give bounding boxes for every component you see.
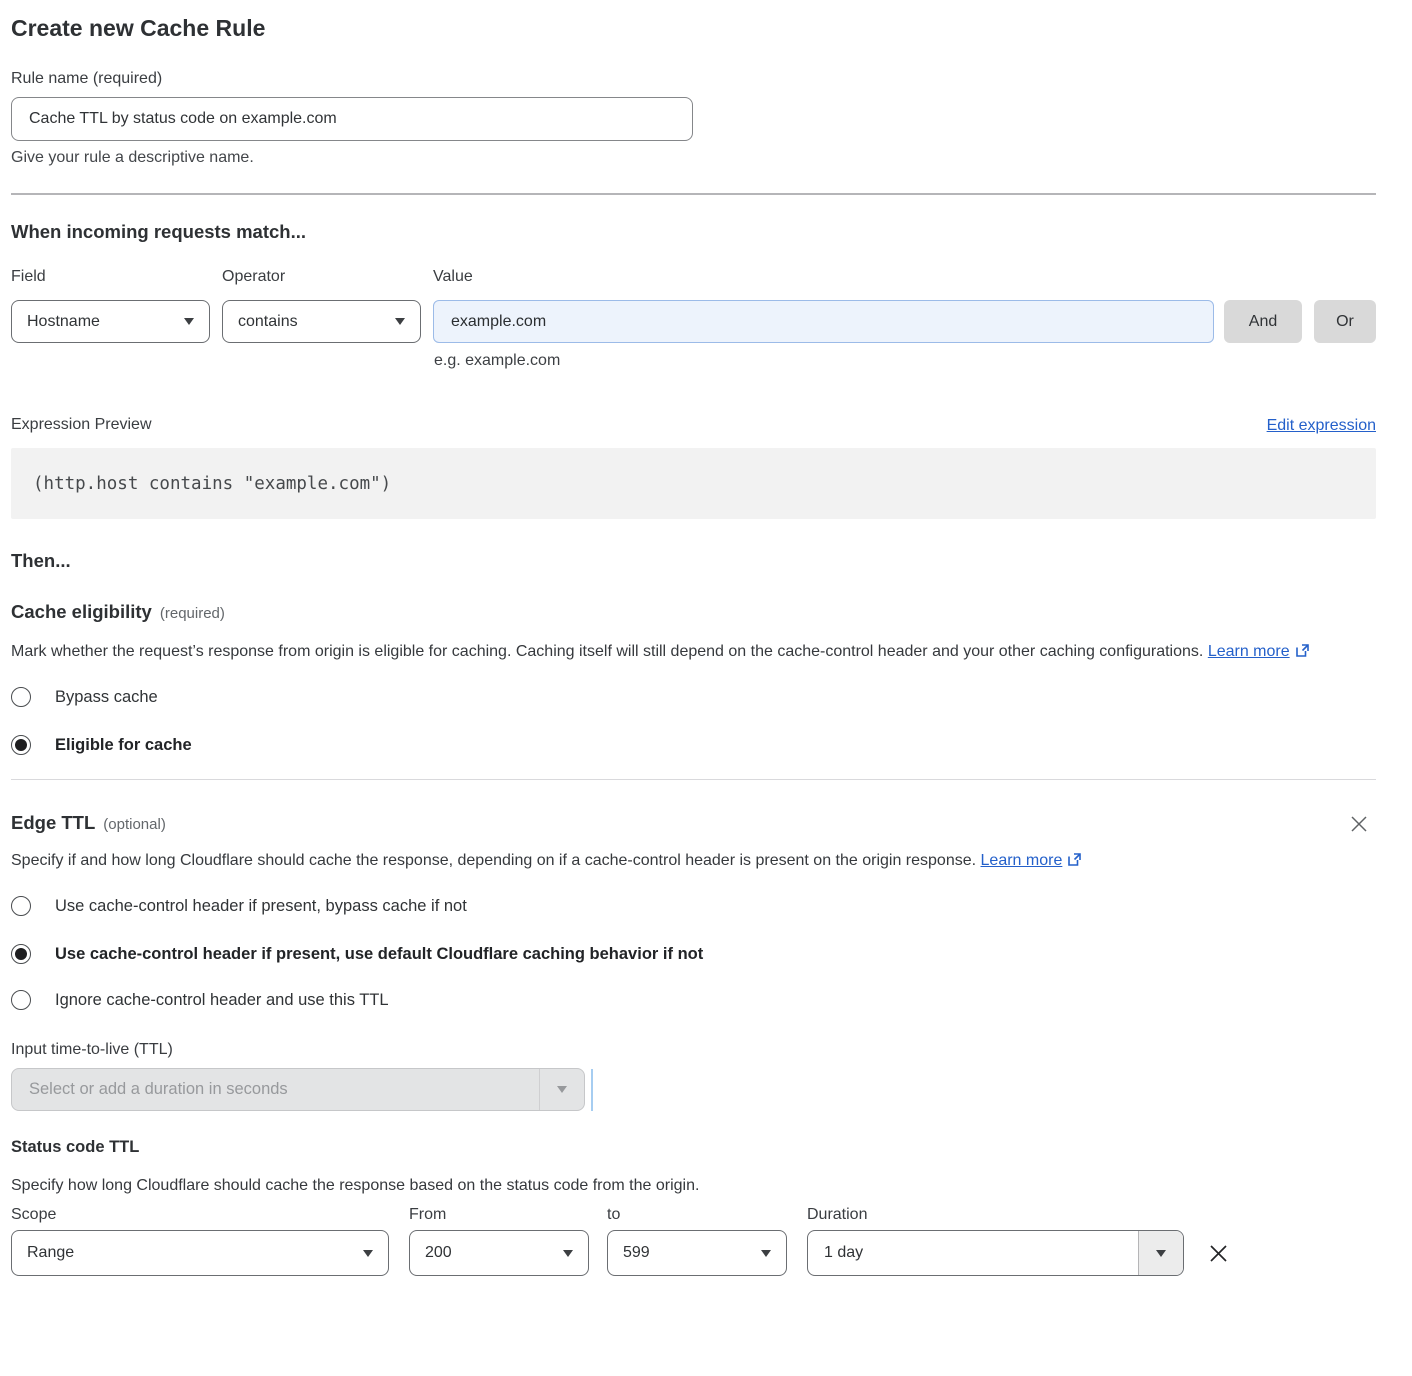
chevron-down-icon	[563, 1250, 573, 1257]
duration-combobox[interactable]: 1 day	[807, 1230, 1184, 1276]
operator-label: Operator	[222, 267, 421, 287]
value-label: Value	[433, 267, 1214, 287]
edit-expression-link[interactable]: Edit expression	[1267, 417, 1376, 435]
ttl-duration-placeholder: Select or add a duration in seconds	[29, 1080, 288, 1099]
eligible-for-cache-option[interactable]: Eligible for cache	[11, 735, 1376, 755]
cache-eligibility-description: Mark whether the request’s response from…	[11, 638, 1356, 666]
duration-value: 1 day	[824, 1244, 863, 1262]
and-button[interactable]: And	[1224, 300, 1302, 343]
cache-eligibility-qualifier: (required)	[160, 605, 225, 622]
cache-eligibility-heading: Cache eligibility(required)	[11, 601, 1376, 623]
operator-select[interactable]: contains	[222, 300, 421, 343]
page-title: Create new Cache Rule	[11, 15, 1376, 42]
rule-name-value: Cache TTL by status code on example.com	[29, 110, 337, 128]
to-select[interactable]: 599	[607, 1230, 787, 1276]
ttl-select-row: Select or add a duration in seconds	[11, 1068, 1376, 1111]
or-button[interactable]: Or	[1314, 300, 1376, 343]
edge-ttl-heading: Edge TTL(optional)	[11, 812, 166, 834]
edge-ttl-radio-default[interactable]	[11, 944, 31, 964]
edge-ttl-learn-more-link[interactable]: Learn more	[981, 852, 1083, 869]
close-icon	[1208, 1243, 1229, 1264]
chevron-down-icon	[184, 318, 194, 325]
bypass-cache-radio[interactable]	[11, 687, 31, 707]
status-labels-row: Scope From to Duration	[11, 1205, 1376, 1225]
field-label: Field	[11, 267, 210, 287]
value-input[interactable]: example.com	[433, 300, 1214, 343]
then-heading: Then...	[11, 550, 1376, 572]
rule-name-help: Give your rule a descriptive name.	[11, 149, 1376, 167]
edge-ttl-option-ignore[interactable]: Ignore cache-control header and use this…	[11, 990, 1376, 1010]
expression-code: (http.host contains "example.com")	[33, 474, 391, 494]
section-divider	[11, 193, 1376, 195]
from-label: From	[409, 1205, 607, 1225]
cache-eligibility-learn-more-link[interactable]: Learn more	[1208, 643, 1310, 660]
rule-name-input[interactable]: Cache TTL by status code on example.com	[11, 97, 693, 141]
field-select-value: Hostname	[27, 313, 100, 331]
duration-label: Duration	[807, 1205, 867, 1225]
rule-name-label: Rule name (required)	[11, 69, 1376, 89]
from-select-value: 200	[425, 1244, 452, 1262]
edge-ttl-option-default[interactable]: Use cache-control header if present, use…	[11, 944, 1376, 964]
external-link-icon	[1295, 643, 1310, 658]
bypass-cache-option[interactable]: Bypass cache	[11, 687, 1376, 707]
duration-arrow-segment[interactable]	[1138, 1231, 1183, 1275]
edge-ttl-option-ignore-label[interactable]: Ignore cache-control header and use this…	[55, 991, 389, 1010]
expression-header-row: Expression Preview Edit expression	[11, 415, 1376, 435]
edge-ttl-radio-ignore[interactable]	[11, 990, 31, 1010]
scope-label: Scope	[11, 1205, 409, 1225]
scope-select[interactable]: Range	[11, 1230, 389, 1276]
close-icon[interactable]	[1350, 815, 1368, 833]
match-heading: When incoming requests match...	[11, 221, 1376, 243]
eligible-for-cache-radio[interactable]	[11, 735, 31, 755]
ttl-duration-select[interactable]: Select or add a duration in seconds	[11, 1068, 585, 1111]
operator-select-value: contains	[238, 313, 298, 331]
expression-preview-label: Expression Preview	[11, 415, 152, 435]
scope-select-value: Range	[27, 1244, 74, 1262]
match-controls-row: Hostname contains example.com And Or	[11, 300, 1376, 343]
status-code-ttl-description: Specify how long Cloudflare should cache…	[11, 1177, 1376, 1195]
edge-ttl-option-bypass-label[interactable]: Use cache-control header if present, byp…	[55, 897, 467, 916]
edge-ttl-option-default-label[interactable]: Use cache-control header if present, use…	[55, 945, 703, 964]
status-controls-row: Range 200 599 1 day	[11, 1230, 1376, 1276]
chevron-down-icon	[363, 1250, 373, 1257]
to-label: to	[607, 1205, 807, 1225]
bypass-cache-label[interactable]: Bypass cache	[55, 688, 158, 707]
external-link-icon	[1067, 852, 1082, 867]
chevron-down-icon	[395, 318, 405, 325]
match-labels-row: Field Operator Value	[11, 267, 1376, 287]
status-code-ttl-heading: Status code TTL	[11, 1138, 1376, 1157]
eligible-for-cache-label[interactable]: Eligible for cache	[55, 736, 192, 755]
chevron-down-icon	[557, 1086, 567, 1093]
edge-ttl-description: Specify if and how long Cloudflare shoul…	[11, 847, 1111, 875]
value-input-text: example.com	[451, 313, 546, 331]
chevron-down-icon	[761, 1250, 771, 1257]
field-select[interactable]: Hostname	[11, 300, 210, 343]
from-select[interactable]: 200	[409, 1230, 589, 1276]
to-select-value: 599	[623, 1244, 650, 1262]
text-cursor	[591, 1069, 593, 1111]
edge-ttl-qualifier: (optional)	[103, 816, 166, 833]
edge-ttl-radio-bypass[interactable]	[11, 896, 31, 916]
section-divider	[11, 779, 1376, 780]
ttl-input-label: Input time-to-live (TTL)	[11, 1040, 1376, 1060]
expression-code-box: (http.host contains "example.com")	[11, 448, 1376, 519]
delete-row-button[interactable]	[1208, 1243, 1229, 1264]
edge-ttl-option-bypass[interactable]: Use cache-control header if present, byp…	[11, 896, 1376, 916]
ttl-select-arrow-segment[interactable]	[539, 1069, 584, 1110]
edge-ttl-header-row: Edge TTL(optional)	[11, 812, 1376, 834]
chevron-down-icon	[1156, 1250, 1166, 1257]
value-hint: e.g. example.com	[434, 352, 1376, 370]
